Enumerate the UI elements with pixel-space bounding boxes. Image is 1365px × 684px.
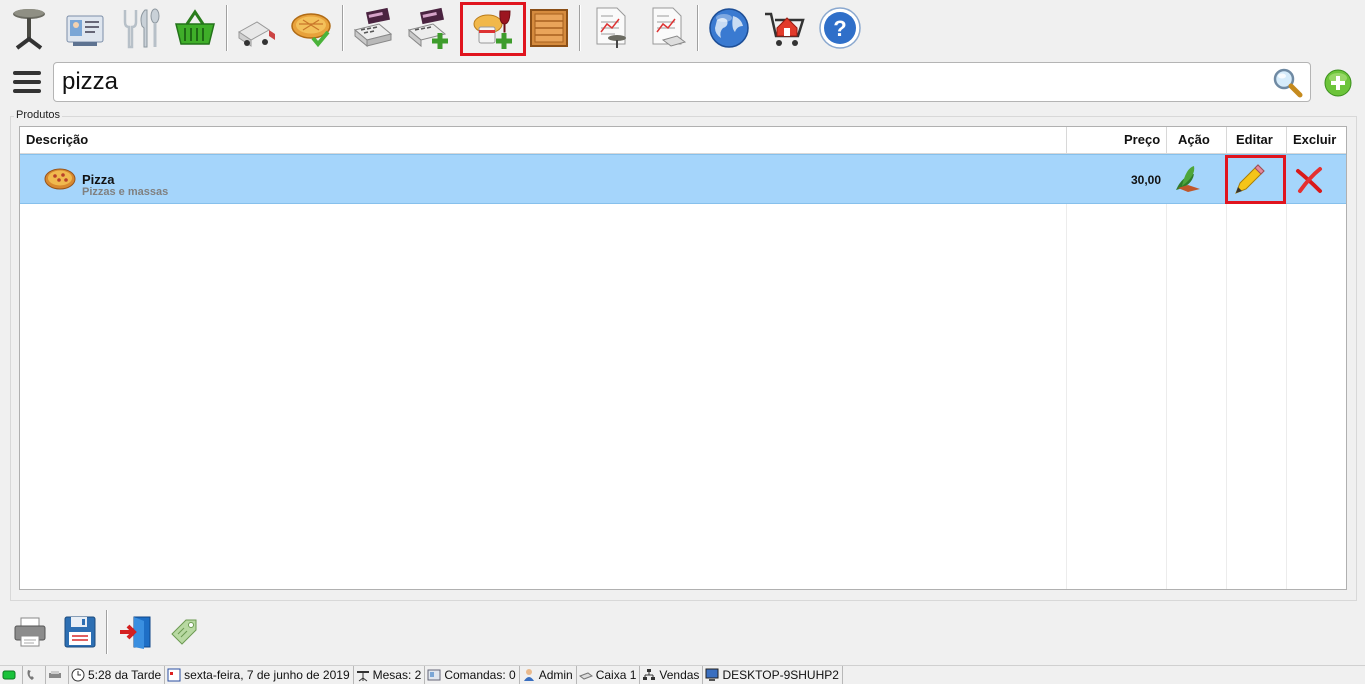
shop-cart-icon [765, 12, 805, 46]
exit-door-icon[interactable] [118, 614, 154, 650]
status-user-text: Admin [538, 668, 573, 682]
search-input[interactable] [62, 67, 1262, 97]
status-vendas: Vendas [640, 666, 704, 684]
menu-items-button[interactable] [114, 4, 164, 52]
status-connection [0, 666, 23, 684]
toolbar-separator [579, 5, 580, 51]
toolbar-separator [226, 5, 227, 51]
bottom-toolbar [0, 608, 300, 656]
clients-button[interactable] [60, 4, 110, 52]
clock-icon [71, 668, 85, 682]
edit-pencil-icon[interactable] [1232, 163, 1266, 197]
search-box [53, 62, 1311, 102]
tables-report-button[interactable] [586, 4, 636, 52]
status-computer: DESKTOP-9SHUHP2 [703, 666, 843, 684]
toolbar-separator [106, 610, 107, 654]
header-divider [1286, 127, 1287, 153]
status-caixa: Caixa 1 [577, 666, 641, 684]
header-editar[interactable]: Editar [1236, 127, 1273, 153]
product-price: 30,00 [1130, 173, 1161, 187]
cash-register-add-icon [407, 7, 448, 49]
table-row[interactable]: Pizza Pizzas e massas 30,00 [20, 154, 1346, 204]
toolbar-separator [342, 5, 343, 51]
delete-x-icon[interactable] [1294, 165, 1324, 195]
pizza-check-icon [291, 13, 331, 48]
cash-report-button[interactable] [642, 4, 692, 52]
store-button[interactable] [760, 4, 810, 52]
svg-text:?: ? [833, 16, 846, 41]
status-phone [23, 666, 46, 684]
toolbar-separator [697, 5, 698, 51]
add-circle-icon[interactable] [1324, 69, 1352, 97]
status-date: sexta-feira, 7 de junho de 2019 [165, 666, 354, 684]
report-cash-icon [652, 7, 687, 47]
delivery-button[interactable] [232, 4, 282, 52]
header-divider [1166, 127, 1167, 153]
delivery-truck-icon [238, 21, 275, 47]
globe-icon [709, 8, 749, 48]
online-button[interactable] [704, 4, 754, 52]
products-group-label: Produtos [14, 109, 63, 121]
user-icon [523, 669, 534, 681]
status-caixa-text: Caixa 1 [595, 668, 637, 682]
new-cash-register-button[interactable] [404, 4, 454, 52]
new-product-button[interactable] [460, 2, 526, 56]
header-preco[interactable]: Preço [1124, 127, 1160, 153]
computer-icon [705, 668, 719, 681]
table-icon [13, 9, 45, 50]
header-descricao[interactable]: Descrição [26, 127, 88, 153]
price-tag-icon[interactable] [166, 614, 202, 650]
header-excluir[interactable]: Excluir [1293, 127, 1336, 153]
printer-icon[interactable] [12, 614, 48, 650]
product-name: Pizza [82, 172, 115, 187]
connection-led-icon [2, 670, 16, 680]
printer-small-icon [49, 671, 61, 678]
status-mesas-text: Mesas: 2 [372, 668, 422, 682]
network-icon [643, 669, 656, 680]
contact-card-icon [66, 15, 104, 46]
help-button[interactable]: ? [815, 4, 865, 52]
orders-button[interactable] [170, 4, 220, 52]
cash-register-button[interactable] [348, 4, 398, 52]
save-disk-icon[interactable] [62, 614, 98, 650]
header-acao[interactable]: Ação [1178, 127, 1210, 153]
table-small-icon [356, 671, 369, 682]
status-comandas-text: Comandas: 0 [444, 668, 516, 682]
status-printer [46, 666, 69, 684]
status-computer-text: DESKTOP-9SHUHP2 [722, 668, 839, 682]
cash-register-icon [353, 7, 393, 48]
status-bar: 5:28 da Tarde sexta-feira, 7 de junho de… [0, 665, 1365, 684]
status-time: 5:28 da Tarde [69, 666, 166, 684]
stock-button[interactable] [524, 4, 574, 52]
status-vendas-text: Vendas [659, 668, 700, 682]
calendar-icon [167, 668, 181, 682]
products-table: Descrição Preço Ação Editar Excluir Pizz… [19, 126, 1347, 590]
action-plant-icon[interactable] [1172, 164, 1202, 194]
status-mesas: Mesas: 2 [354, 666, 426, 684]
status-user: Admin [520, 666, 577, 684]
report-table-icon [596, 7, 626, 48]
cash-small-icon [578, 672, 593, 680]
orders-small-icon [427, 669, 441, 681]
pizza-icon [44, 168, 76, 190]
main-toolbar: ? [0, 0, 1365, 58]
help-icon: ? [819, 7, 861, 49]
hamburger-menu-icon[interactable] [11, 70, 43, 96]
tables-button[interactable] [4, 4, 54, 52]
phone-icon [27, 670, 34, 680]
food-drink-add-icon [473, 10, 512, 49]
status-comandas: Comandas: 0 [425, 666, 520, 684]
cutlery-icon [123, 8, 160, 49]
header-divider [1226, 127, 1227, 153]
status-date-text: sexta-feira, 7 de junho de 2019 [184, 668, 350, 682]
wooden-crate-icon [530, 9, 568, 47]
shopping-basket-icon [175, 9, 215, 45]
header-divider [1066, 127, 1067, 153]
pizza-button[interactable] [286, 4, 336, 52]
product-category: Pizzas e massas [82, 186, 169, 198]
search-icon[interactable] [1270, 65, 1306, 101]
status-time-text: 5:28 da Tarde [88, 668, 162, 682]
